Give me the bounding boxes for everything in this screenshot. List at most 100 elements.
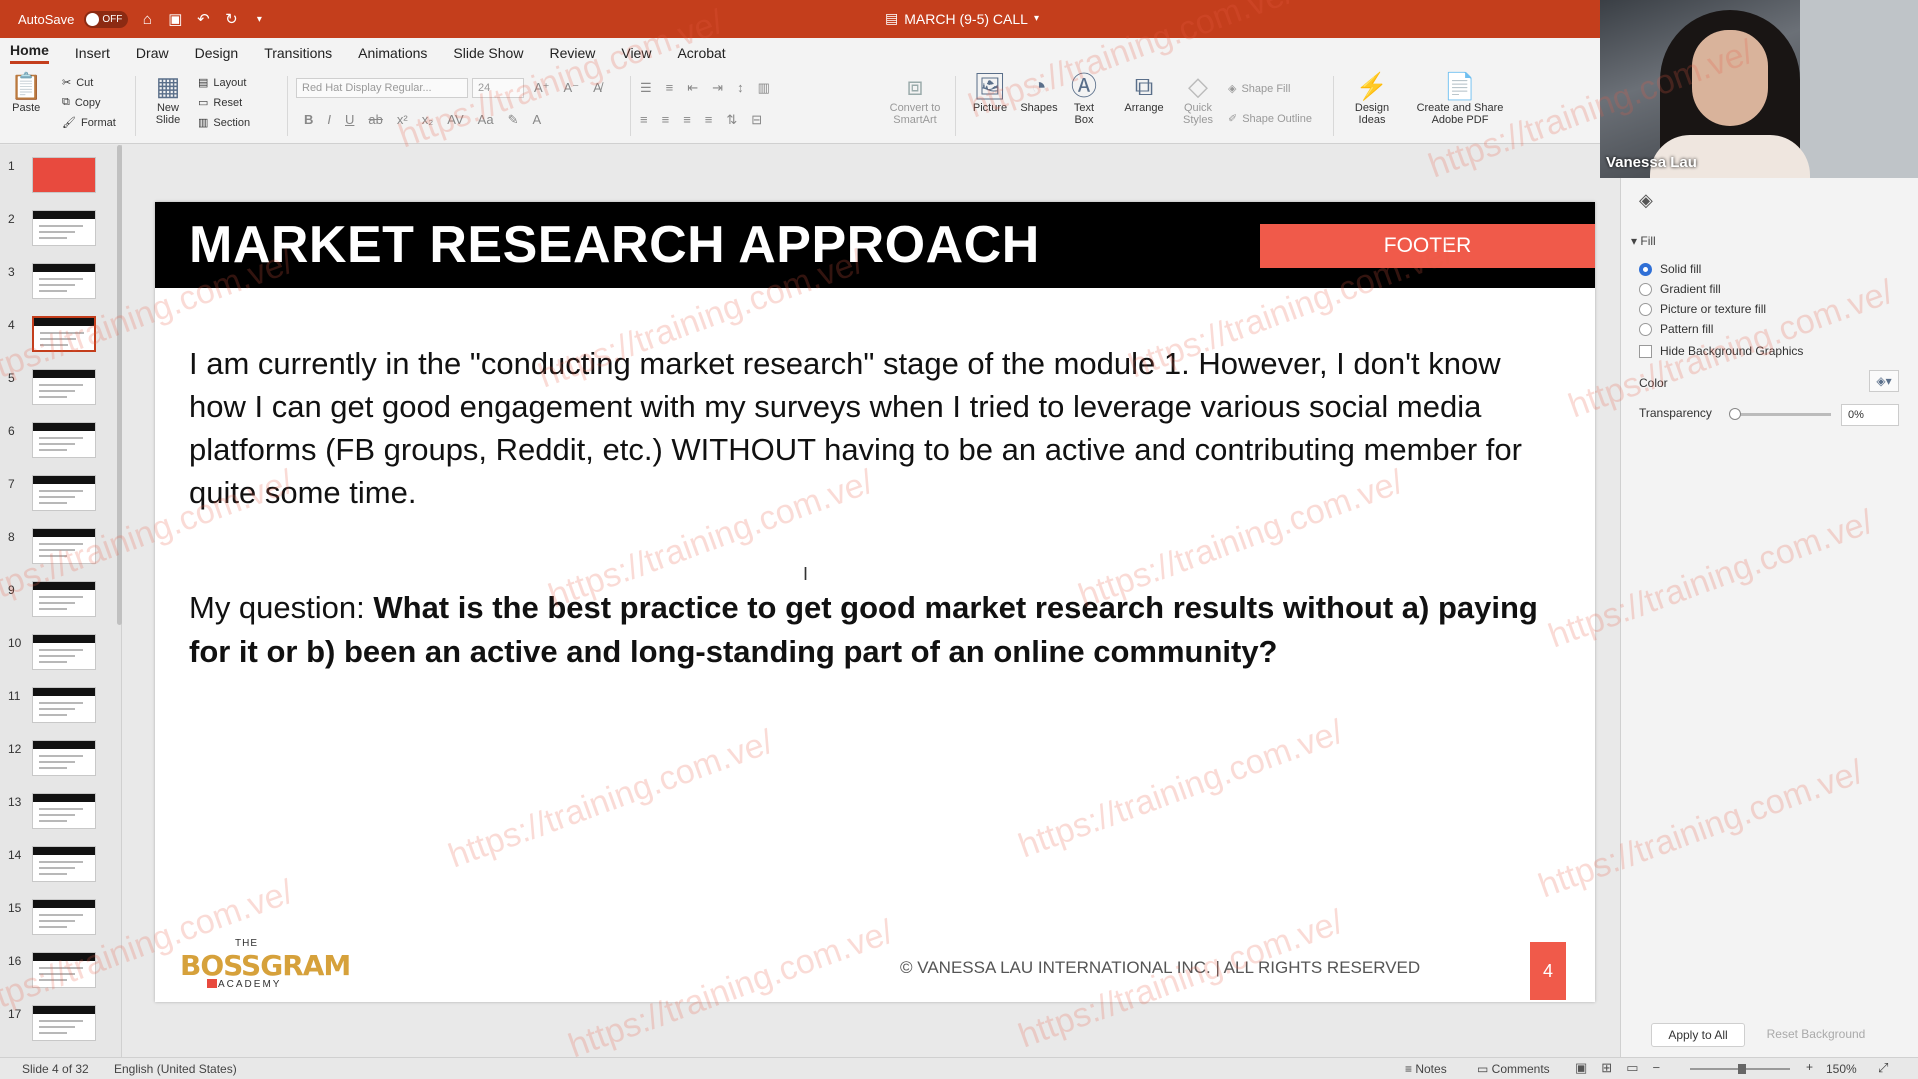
zoom-knob[interactable]	[1738, 1064, 1746, 1074]
slide-thumbnail[interactable]	[32, 634, 96, 670]
shape-outline-button[interactable]: ✐ Shape Outline	[1228, 112, 1312, 126]
justify-icon[interactable]: ≡	[705, 112, 713, 128]
bullets-icon[interactable]: ☰	[640, 80, 652, 96]
thumbnail-row[interactable]: 16	[0, 952, 120, 992]
thumbnail-row[interactable]: 9	[0, 581, 120, 621]
reading-view-icon[interactable]: ▭	[1626, 1060, 1638, 1076]
slide-sorter-icon[interactable]: ⊞	[1601, 1060, 1612, 1076]
slide-canvas[interactable]: MARKET RESEARCH APPROACH FOOTER I am cur…	[155, 202, 1595, 1002]
thumbnail-row[interactable]: 17	[0, 1005, 120, 1045]
slide-thumbnail[interactable]	[32, 793, 96, 829]
picture-button[interactable]: 🖼 Picture	[962, 70, 1018, 114]
thumbnail-row[interactable]: 13	[0, 793, 120, 833]
tab-transitions[interactable]: Transitions	[264, 45, 332, 61]
tab-insert[interactable]: Insert	[75, 45, 110, 61]
gradient-fill-option[interactable]: Gradient fill	[1639, 282, 1721, 296]
superscript-icon[interactable]: x²	[397, 112, 408, 128]
thumbnail-row[interactable]: 3	[0, 263, 120, 303]
align-text-icon[interactable]: ⊟	[751, 112, 762, 128]
shrink-font-icon[interactable]: A⁻	[564, 80, 580, 96]
fit-to-window-icon[interactable]: ⤢	[1878, 1060, 1888, 1076]
columns-icon[interactable]: ▥	[758, 80, 770, 96]
zoom-slider[interactable]	[1690, 1064, 1790, 1074]
language-indicator[interactable]: English (United States)	[114, 1062, 237, 1076]
reset-background-button[interactable]: Reset Background	[1761, 1023, 1871, 1047]
decrease-indent-icon[interactable]: ⇤	[687, 80, 698, 96]
create-share-pdf-button[interactable]: 📄 Create and Share Adobe PDF	[1410, 70, 1510, 126]
text-direction-icon[interactable]: ⇅	[726, 112, 737, 128]
save-icon[interactable]: ▣	[166, 10, 184, 28]
tab-animations[interactable]: Animations	[358, 45, 427, 61]
pattern-fill-option[interactable]: Pattern fill	[1639, 322, 1713, 336]
thumbnail-row[interactable]: 1	[0, 157, 120, 197]
normal-view-icon[interactable]: ▣	[1575, 1060, 1587, 1076]
slide-thumbnail[interactable]	[32, 475, 96, 511]
text-box-button[interactable]: Ⓐ Text Box	[1064, 70, 1104, 126]
tab-home[interactable]: Home	[10, 42, 49, 64]
comments-button[interactable]: ▭ Comments	[1477, 1062, 1550, 1076]
slide-thumbnail[interactable]	[32, 1005, 96, 1041]
align-right-icon[interactable]: ≡	[683, 112, 691, 128]
redo-icon[interactable]: ↻	[222, 10, 240, 28]
bold-icon[interactable]: B	[304, 112, 313, 128]
reset-button[interactable]: ▭ Reset	[198, 96, 242, 110]
slide-body-text[interactable]: I am currently in the "conducting market…	[189, 342, 1559, 514]
color-picker-button[interactable]: ◈▾	[1869, 370, 1899, 392]
slide-thumbnail[interactable]	[32, 157, 96, 193]
design-ideas-button[interactable]: ⚡ Design Ideas	[1346, 70, 1398, 126]
slide-thumbnail[interactable]	[32, 899, 96, 935]
slide-thumbnail[interactable]	[32, 263, 96, 299]
font-size-field[interactable]: 24	[472, 78, 524, 98]
new-slide-button[interactable]: ▦ New Slide	[148, 70, 188, 126]
align-center-icon[interactable]: ≡	[662, 112, 670, 128]
paste-button[interactable]: 📋 Paste	[10, 70, 42, 114]
chevron-down-icon[interactable]: ▾	[1034, 13, 1039, 24]
slide-thumbnail[interactable]	[32, 952, 96, 988]
undo-icon[interactable]: ↶	[194, 10, 212, 28]
align-left-icon[interactable]: ≡	[640, 112, 648, 128]
slide-thumbnail[interactable]	[32, 210, 96, 246]
zoom-level[interactable]: 150%	[1826, 1062, 1857, 1076]
thumbnail-row[interactable]: 2	[0, 210, 120, 250]
transparency-slider[interactable]	[1729, 408, 1831, 420]
slide-thumbnail[interactable]	[32, 687, 96, 723]
clear-format-icon[interactable]: A̸	[593, 80, 602, 96]
underline-icon[interactable]: U	[345, 112, 354, 128]
customize-toolbar-icon[interactable]: ▾	[250, 10, 268, 28]
cut-button[interactable]: ✂ Cut	[62, 76, 93, 90]
tab-design[interactable]: Design	[195, 45, 239, 61]
slide-title[interactable]: MARKET RESEARCH APPROACH	[189, 215, 1040, 275]
solid-fill-option[interactable]: Solid fill	[1639, 262, 1701, 276]
slider-knob[interactable]	[1729, 408, 1741, 420]
fill-section-header[interactable]: ▾ Fill	[1631, 234, 1656, 248]
italic-icon[interactable]: I	[327, 112, 331, 128]
shape-fill-button[interactable]: ◈ Shape Fill	[1228, 82, 1290, 96]
thumbnail-row[interactable]: 4	[0, 316, 120, 356]
quick-styles-button[interactable]: ◇ Quick Styles	[1172, 70, 1224, 126]
zoom-in-icon[interactable]: +	[1806, 1060, 1813, 1074]
tab-draw[interactable]: Draw	[136, 45, 169, 61]
slide-thumbnail[interactable]	[32, 316, 96, 352]
home-icon[interactable]: ⌂	[138, 10, 156, 28]
arrange-button[interactable]: ⧉ Arrange	[1118, 70, 1170, 114]
transparency-input[interactable]: 0%	[1841, 404, 1899, 426]
tab-slide-show[interactable]: Slide Show	[453, 45, 523, 61]
convert-smartart-button[interactable]: ⧈ Convert to SmartArt	[884, 70, 946, 126]
slide-thumbnail[interactable]	[32, 528, 96, 564]
increase-indent-icon[interactable]: ⇥	[712, 80, 723, 96]
thumbnail-row[interactable]: 15	[0, 899, 120, 939]
strikethrough-icon[interactable]: ab	[368, 112, 382, 128]
apply-to-all-button[interactable]: Apply to All	[1651, 1023, 1745, 1047]
tab-review[interactable]: Review	[549, 45, 595, 61]
tab-view[interactable]: View	[621, 45, 651, 61]
font-name-field[interactable]: Red Hat Display Regular...	[296, 78, 468, 98]
subscript-icon[interactable]: x₂	[422, 112, 434, 128]
layout-button[interactable]: ▤ Layout	[198, 76, 246, 90]
copy-button[interactable]: ⧉ Copy	[62, 96, 101, 109]
change-case-icon[interactable]: Aa	[478, 112, 494, 128]
slide-thumbnail[interactable]	[32, 740, 96, 776]
thumbnail-scrollbar[interactable]	[117, 145, 122, 625]
thumbnail-row[interactable]: 5	[0, 369, 120, 409]
thumbnail-row[interactable]: 7	[0, 475, 120, 515]
char-spacing-icon[interactable]: AV	[447, 112, 463, 128]
